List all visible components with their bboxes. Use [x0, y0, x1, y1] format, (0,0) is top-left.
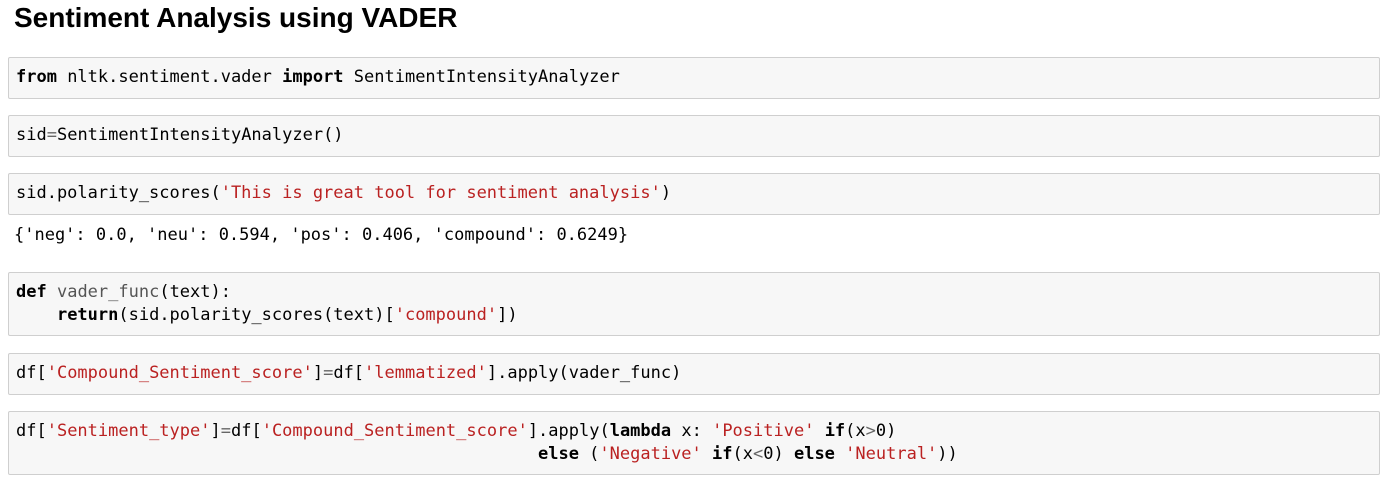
code-text: df[ [16, 363, 47, 383]
operator: = [46, 125, 57, 145]
string-literal: 'Compound_Sentiment_score' [261, 421, 528, 441]
code-cell-sid[interactable]: sid=SentimentIntensityAnalyzer() [8, 115, 1380, 157]
keyword-else: else [537, 444, 579, 464]
code-text: x: [671, 421, 713, 441]
string-literal: 'Positive' [712, 421, 815, 441]
code-text: df[ [333, 363, 365, 383]
code-text: ( [578, 444, 600, 464]
code-sentiment-type[interactable]: df['Sentiment_type']=df['Compound_Sentim… [9, 412, 1379, 466]
string-literal: 'compound' [394, 305, 498, 325]
function-name: vader_func [56, 282, 160, 302]
code-text: ] [312, 363, 324, 383]
code-text: sid.polarity_scores( [16, 183, 221, 203]
code-cell-def[interactable]: def vader_func(text): return(sid.polarit… [8, 272, 1380, 336]
code-text: ]) [497, 305, 518, 325]
code-text: (sid.polarity_scores(text)[ [118, 305, 395, 325]
code-text: ].apply( [527, 421, 610, 441]
string-literal: 'Sentiment_type' [46, 421, 211, 441]
code-sid[interactable]: sid=SentimentIntensityAnalyzer() [9, 116, 1379, 147]
operator: = [220, 421, 231, 441]
code-text: ) [660, 183, 672, 203]
keyword-if: if [824, 421, 846, 441]
code-text: SentimentIntensityAnalyzer() [56, 125, 344, 145]
code-def[interactable]: def vader_func(text): return(sid.polarit… [9, 273, 1379, 327]
keyword-else: else [793, 444, 835, 464]
keyword-from: from [16, 67, 57, 87]
code-text: (x [732, 444, 753, 464]
code-text: df[ [230, 421, 262, 441]
code-text: (x [845, 421, 866, 441]
code-cell-polarity[interactable]: sid.polarity_scores('This is great tool … [8, 173, 1380, 215]
operator: = [323, 363, 334, 383]
code-text: ].apply(vader_func) [486, 363, 682, 383]
operator: < [753, 444, 764, 464]
cell-output: {'neg': 0.0, 'neu': 0.594, 'pos': 0.406,… [14, 225, 629, 245]
code-text: df[ [16, 421, 47, 441]
string-literal: 'lemmatized' [364, 363, 487, 383]
keyword-def: def [16, 282, 47, 302]
code-text: (text): [159, 282, 231, 302]
code-text: ] [210, 421, 221, 441]
string-literal: 'Compound_Sentiment_score' [46, 363, 313, 383]
code-text: sid [16, 125, 47, 145]
string-literal: 'Neutral' [845, 444, 938, 464]
keyword-lambda: lambda [609, 421, 672, 441]
keyword-return: return [56, 305, 119, 325]
string-literal: 'Negative' [599, 444, 702, 464]
imported-name: SentimentIntensityAnalyzer [343, 67, 620, 87]
code-cell-sentiment-type[interactable]: df['Sentiment_type']=df['Compound_Sentim… [8, 411, 1380, 475]
code-text: )) [937, 444, 958, 464]
code-import[interactable]: from nltk.sentiment.vader import Sentime… [9, 58, 1379, 89]
keyword-import: import [282, 67, 344, 87]
code-compound[interactable]: df['Compound_Sentiment_score']=df['lemma… [9, 354, 1379, 385]
code-cell-import[interactable]: from nltk.sentiment.vader import Sentime… [8, 57, 1380, 99]
keyword-if: if [712, 444, 733, 464]
module-name: nltk.sentiment.vader [56, 67, 283, 87]
code-polarity[interactable]: sid.polarity_scores('This is great tool … [9, 174, 1379, 205]
code-cell-compound[interactable]: df['Compound_Sentiment_score']=df['lemma… [8, 353, 1380, 395]
code-text: 0) [875, 421, 897, 441]
string-literal: 'This is great tool for sentiment analys… [220, 183, 661, 203]
operator: > [865, 421, 876, 441]
code-text: 0) [763, 444, 794, 464]
page-title: Sentiment Analysis using VADER [14, 2, 458, 33]
